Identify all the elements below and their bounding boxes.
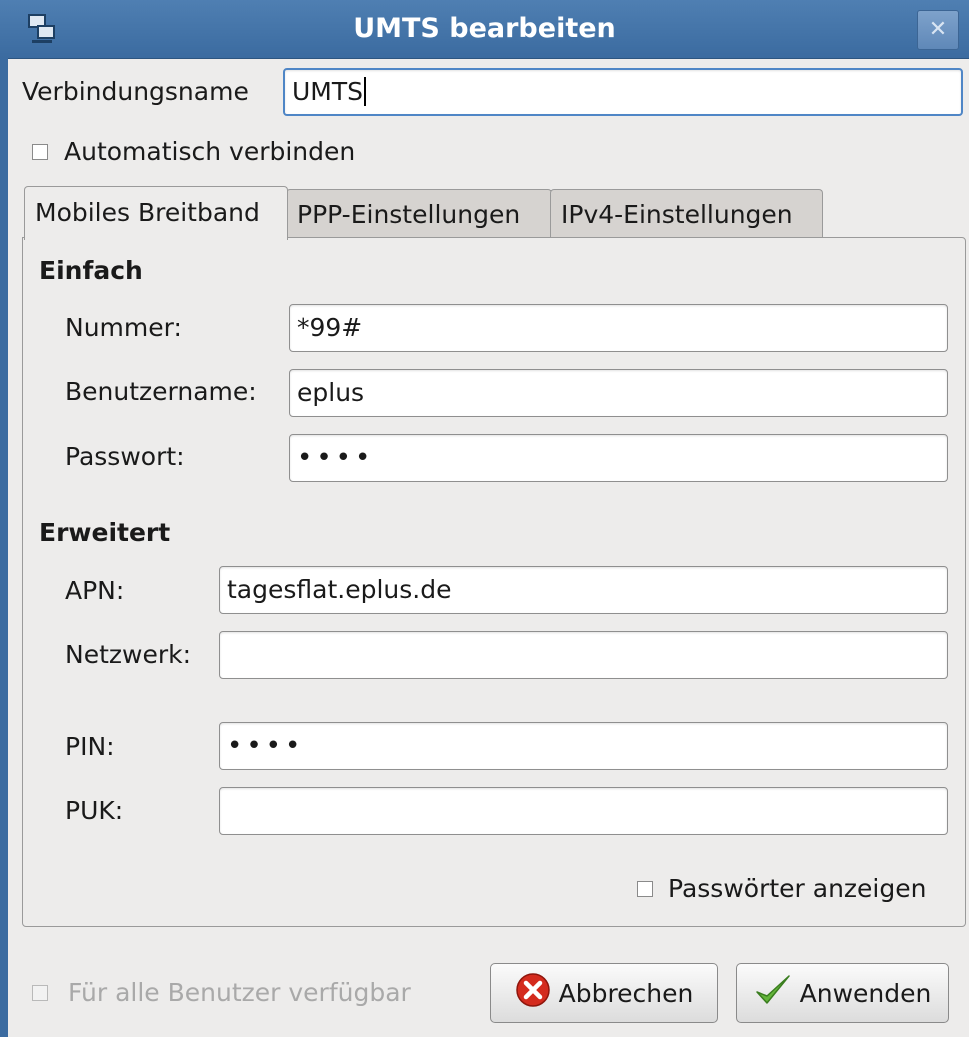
pin-label: PIN: — [65, 732, 115, 761]
window-border — [0, 58, 8, 1037]
network-input[interactable] — [219, 631, 948, 679]
tab-ppp-settings[interactable]: PPP-Einstellungen — [286, 189, 552, 238]
tab-mobile-broadband[interactable]: Mobiles Breitband — [24, 186, 288, 240]
apn-input[interactable]: tagesflat.eplus.de — [219, 566, 948, 614]
number-label: Nummer: — [65, 313, 182, 342]
puk-input[interactable] — [219, 787, 948, 835]
number-input[interactable]: *99# — [289, 304, 948, 352]
auto-connect-checkbox[interactable] — [32, 144, 48, 160]
basic-heading: Einfach — [39, 256, 143, 285]
password-label: Passwort: — [65, 442, 185, 471]
network-label: Netzwerk: — [65, 640, 192, 669]
window-title: UMTS bearbeiten — [353, 13, 616, 44]
connection-name-input[interactable]: UMTS — [283, 68, 963, 116]
password-input[interactable]: •••• — [289, 434, 948, 482]
close-icon: ✕ — [928, 17, 948, 42]
auto-connect-label[interactable]: Automatisch verbinden — [64, 134, 355, 170]
pin-input[interactable]: •••• — [219, 722, 948, 770]
cancel-label: Abbrechen — [558, 978, 694, 1008]
cancel-icon — [515, 972, 551, 1014]
apply-label: Anwenden — [799, 978, 932, 1008]
advanced-heading: Erweitert — [39, 518, 171, 547]
connection-name-label: Verbindungsname — [22, 77, 249, 106]
username-input[interactable]: eplus — [289, 369, 948, 417]
tab-label: PPP-Einstellungen — [297, 200, 521, 229]
text-cursor — [364, 77, 367, 106]
show-passwords-label[interactable]: Passwörter anzeigen — [668, 871, 926, 907]
all-users-checkbox[interactable] — [32, 985, 48, 1001]
checkmark-icon — [754, 972, 792, 1014]
apn-label: APN: — [65, 576, 125, 605]
apply-button[interactable]: Anwenden — [736, 963, 949, 1023]
all-users-label: Für alle Benutzer verfügbar — [68, 978, 411, 1007]
tab-label: IPv4-Einstellungen — [561, 200, 793, 229]
tab-label: Mobiles Breitband — [35, 198, 260, 227]
puk-label: PUK: — [65, 796, 124, 825]
show-passwords-checkbox[interactable] — [637, 881, 653, 897]
cancel-button[interactable]: Abbrechen — [490, 963, 718, 1023]
tab-ipv4-settings[interactable]: IPv4-Einstellungen — [550, 189, 823, 238]
username-label: Benutzername: — [65, 377, 257, 406]
connection-name-value: UMTS — [292, 77, 364, 106]
close-button[interactable]: ✕ — [917, 10, 959, 50]
